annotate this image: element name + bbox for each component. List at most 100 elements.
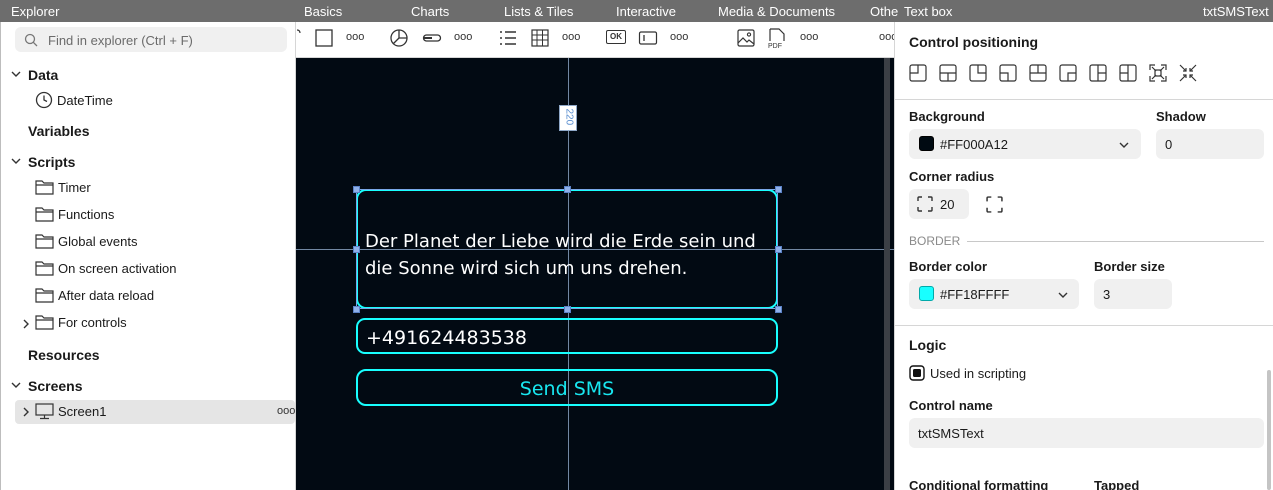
sms-text-box[interactable]: Der Planet der Liebe wird die Erde sein … xyxy=(356,189,778,309)
border-color-select[interactable]: #FF18FFFF xyxy=(909,279,1079,309)
border-section-label: BORDER xyxy=(909,234,961,248)
tapped-label: Tapped xyxy=(1094,478,1140,490)
tab-interactive[interactable]: Interactive xyxy=(616,4,676,19)
chevron-down-icon xyxy=(1119,142,1129,148)
phone-number-input[interactable]: +491624483538 xyxy=(356,318,778,354)
partial-icon xyxy=(296,29,301,34)
slider-icon[interactable] xyxy=(422,28,442,48)
shrink-icon xyxy=(1179,64,1197,82)
positioning-icons-row xyxy=(909,64,1197,82)
individual-corners-icon[interactable] xyxy=(986,196,1003,213)
dimension-label: 220 xyxy=(559,105,577,131)
border-color-value: #FF18FFFF xyxy=(940,287,1010,302)
tree-item-datetime[interactable]: DateTime xyxy=(57,93,113,108)
props-title: Text box xyxy=(904,4,953,19)
send-sms-button[interactable]: Send SMS xyxy=(356,369,778,406)
control-name-label: Control name xyxy=(909,398,993,413)
more-interactive-icon[interactable]: ooo xyxy=(670,31,688,43)
explorer-header: Explorer xyxy=(11,4,60,19)
tree-section-variables[interactable]: Variables xyxy=(28,123,90,139)
more-lists-icon[interactable]: ooo xyxy=(562,31,580,43)
align-top-left-icon xyxy=(909,64,927,82)
tree-item-global-events[interactable]: Global events xyxy=(58,234,138,249)
chevron-right-icon[interactable] xyxy=(20,406,32,418)
tab-other[interactable]: Othe xyxy=(870,4,898,19)
search-placeholder: Find in explorer (Ctrl + F) xyxy=(48,33,193,48)
more-media-icon[interactable]: ooo xyxy=(800,31,818,43)
shadow-input[interactable]: 0 xyxy=(1156,129,1264,159)
tree-item-for-controls[interactable]: For controls xyxy=(58,315,127,330)
folder-icon xyxy=(35,207,54,222)
tree-section-resources[interactable]: Resources xyxy=(28,347,100,363)
border-size-input[interactable]: 3 xyxy=(1094,279,1172,309)
tree-section-screens[interactable]: Screens xyxy=(28,378,82,394)
tree-section-data[interactable]: Data xyxy=(28,67,58,83)
tree-item-screen1[interactable] xyxy=(15,400,295,424)
chevron-down-icon xyxy=(1058,292,1068,298)
chevron-right-icon[interactable] xyxy=(20,318,32,330)
tree-item-functions[interactable]: Functions xyxy=(58,207,114,222)
border-color-swatch xyxy=(919,286,934,301)
tab-media-documents[interactable]: Media & Documents xyxy=(718,4,835,19)
folder-icon xyxy=(35,180,54,195)
resize-handle-nw[interactable] xyxy=(353,186,360,193)
align-stretch-horizontal-icon xyxy=(1119,64,1137,82)
pie-chart-icon[interactable] xyxy=(389,28,409,48)
tree-section-scripts[interactable]: Scripts xyxy=(28,154,75,170)
more-basics-icon[interactable]: ooo xyxy=(346,31,364,43)
corner-radius-input[interactable]: 20 xyxy=(909,189,969,219)
tab-lists-tiles[interactable]: Lists & Tiles xyxy=(504,4,573,19)
resize-handle-w[interactable] xyxy=(353,246,360,253)
chevron-down-icon[interactable] xyxy=(10,155,22,167)
control-toolbar: ooo ooo ooo OK ooo PDF ooo ooo xyxy=(296,22,897,58)
rectangle-icon[interactable] xyxy=(314,28,334,48)
phone-number-value: +491624483538 xyxy=(366,327,527,349)
tree-item-timer[interactable]: Timer xyxy=(58,180,91,195)
background-value: #FF000A12 xyxy=(940,137,1008,152)
tab-basics[interactable]: Basics xyxy=(304,4,342,19)
align-center-icon xyxy=(1029,64,1047,82)
chevron-down-icon[interactable] xyxy=(10,379,22,391)
props-control-name: txtSMSText xyxy=(1203,4,1269,19)
design-canvas[interactable]: 220 Der Planet der Liebe wird die Erde s… xyxy=(296,58,894,490)
tree-item-after-data-reload[interactable]: After data reload xyxy=(58,288,154,303)
conditional-formatting-label: Conditional formatting xyxy=(909,478,1049,490)
tree-item-screen1-label: Screen1 xyxy=(58,404,107,419)
resize-handle-ne[interactable] xyxy=(775,186,782,193)
table-icon[interactable] xyxy=(530,28,550,48)
resize-handle-s[interactable] xyxy=(564,306,571,313)
align-top-right-icon xyxy=(969,64,987,82)
pdf-icon[interactable]: PDF xyxy=(767,28,787,50)
border-divider xyxy=(967,241,1264,242)
ok-button-icon[interactable]: OK xyxy=(606,30,626,44)
list-icon[interactable] xyxy=(498,28,518,48)
resize-handle-se[interactable] xyxy=(775,306,782,313)
tree-item-on-screen-activation[interactable]: On screen activation xyxy=(58,261,177,276)
border-size-label: Border size xyxy=(1094,259,1165,274)
align-bottom-right-icon xyxy=(1059,64,1077,82)
background-swatch xyxy=(919,136,934,151)
more-charts-icon[interactable]: ooo xyxy=(454,31,472,43)
resize-handle-e[interactable] xyxy=(775,246,782,253)
resize-handle-sw[interactable] xyxy=(353,306,360,313)
resize-handle-n[interactable] xyxy=(564,186,571,193)
folder-icon xyxy=(35,288,54,303)
checkbox-checked-icon[interactable] xyxy=(909,365,925,381)
logic-title: Logic xyxy=(909,337,947,353)
align-stretch-vertical-icon xyxy=(1089,64,1107,82)
chevron-down-icon[interactable] xyxy=(10,68,22,80)
search-input[interactable]: Find in explorer (Ctrl + F) xyxy=(15,27,287,52)
corner-radius-icon xyxy=(917,196,933,212)
props-scrollbar[interactable] xyxy=(1267,370,1271,490)
clock-icon xyxy=(35,91,53,109)
text-input-icon[interactable] xyxy=(638,28,658,48)
fit-icon xyxy=(1149,64,1167,82)
background-color-select[interactable]: #FF000A12 xyxy=(909,129,1141,159)
canvas-scrollbar[interactable] xyxy=(884,58,890,490)
search-icon xyxy=(24,33,38,47)
svg-text:PDF: PDF xyxy=(768,43,782,50)
tab-charts[interactable]: Charts xyxy=(411,4,449,19)
control-name-input[interactable]: txtSMSText xyxy=(909,418,1264,448)
more-options-icon[interactable]: ooo xyxy=(277,405,295,417)
image-icon[interactable] xyxy=(736,28,756,48)
